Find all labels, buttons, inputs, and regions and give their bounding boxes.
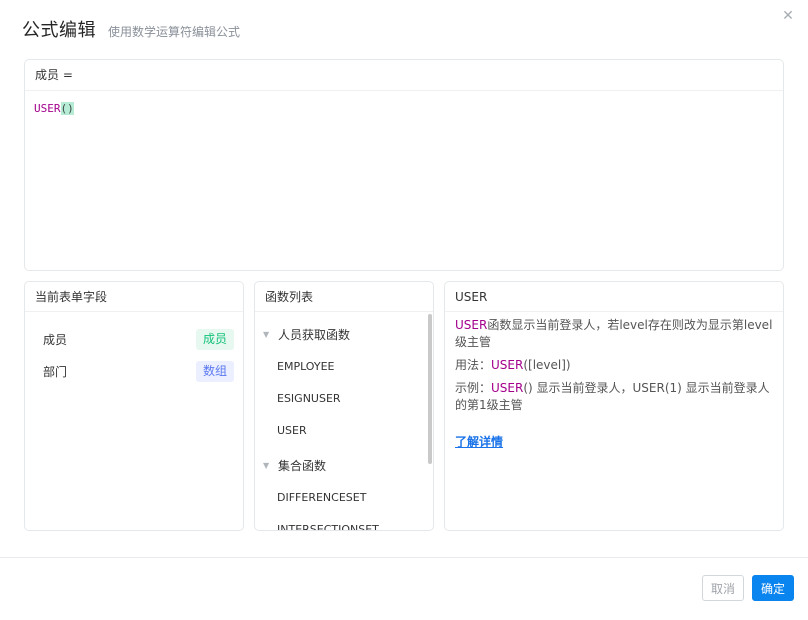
fields-panel: 当前表单字段 成员 成员 部门 数组 — [24, 281, 244, 531]
function-usage: 用法：USER([level]) — [455, 357, 773, 374]
function-group-label: 人员获取函数 — [278, 327, 351, 342]
formula-code[interactable]: USER() — [25, 91, 783, 127]
function-item-user[interactable]: USER — [277, 422, 307, 440]
cancel-button[interactable]: 取消 — [702, 575, 744, 601]
dialog-subtitle: 使用数学运算符编辑公式 — [108, 25, 241, 39]
description-text: 函数显示当前登录人，若level存在则改为显示第level级主管 — [455, 318, 773, 349]
confirm-button[interactable]: 确定 — [752, 575, 794, 601]
function-group-person[interactable]: ▼ 人员获取函数 — [263, 324, 350, 344]
function-item-differenceset[interactable]: DIFFERENCESET — [277, 489, 366, 507]
footer-divider — [0, 557, 808, 558]
caret-down-icon: ▼ — [263, 460, 270, 470]
formula-editor[interactable]: 成员 = USER() — [24, 59, 784, 271]
example-prefix: 示例： — [455, 381, 492, 395]
usage-args: ([level]) — [523, 358, 571, 372]
formula-function: USER — [34, 102, 61, 115]
close-icon[interactable]: ✕ — [778, 6, 798, 26]
function-item-intersectionset[interactable]: INTERSECTIONSET — [277, 521, 379, 530]
field-label: 部门 — [43, 364, 68, 379]
function-detail-title: USER — [445, 282, 783, 312]
dialog-title: 公式编辑 — [22, 20, 96, 41]
formula-editor-dialog: 公式编辑 使用数学运算符编辑公式 ✕ 成员 = USER() 当前表单字段 成员… — [0, 0, 808, 620]
function-item-employee[interactable]: EMPLOYEE — [277, 358, 335, 376]
function-description: USER函数显示当前登录人，若level存在则改为显示第level级主管 — [455, 317, 773, 351]
usage-prefix: 用法： — [455, 358, 492, 372]
learn-more-link[interactable]: 了解详情 — [455, 434, 503, 451]
example-function: USER — [491, 381, 524, 395]
editor-field-label: 成员 = — [25, 60, 783, 91]
function-group-set[interactable]: ▼ 集合函数 — [263, 455, 326, 475]
field-type-badge: 数组 — [195, 360, 234, 382]
function-item-esignuser[interactable]: ESIGNUSER — [277, 390, 341, 408]
usage-function: USER — [491, 358, 524, 372]
function-detail-panel: USER USER函数显示当前登录人，若level存在则改为显示第level级主… — [444, 281, 784, 531]
function-example: 示例：USER() 显示当前登录人，USER(1) 显示当前登录人的第1级主管 — [455, 380, 773, 414]
field-type-badge: 成员 — [195, 328, 234, 350]
function-list-scrollbar[interactable] — [428, 314, 432, 464]
dialog-header: 公式编辑 使用数学运算符编辑公式 — [22, 16, 240, 42]
caret-down-icon: ▼ — [263, 329, 270, 339]
formula-parens: () — [60, 102, 74, 115]
function-list-panel: 函数列表 ▼ 人员获取函数 EMPLOYEE ESIGNUSER USER ▼ … — [254, 281, 434, 531]
fields-panel-title: 当前表单字段 — [25, 282, 243, 312]
description-function: USER — [455, 318, 488, 332]
field-label: 成员 — [43, 332, 68, 347]
function-group-label: 集合函数 — [278, 458, 327, 473]
function-list-title: 函数列表 — [255, 282, 433, 312]
function-detail-body: USER函数显示当前登录人，若level存在则改为显示第level级主管 用法：… — [445, 312, 783, 451]
field-item-member[interactable]: 成员 成员 — [25, 327, 243, 351]
field-item-department[interactable]: 部门 数组 — [25, 359, 243, 383]
